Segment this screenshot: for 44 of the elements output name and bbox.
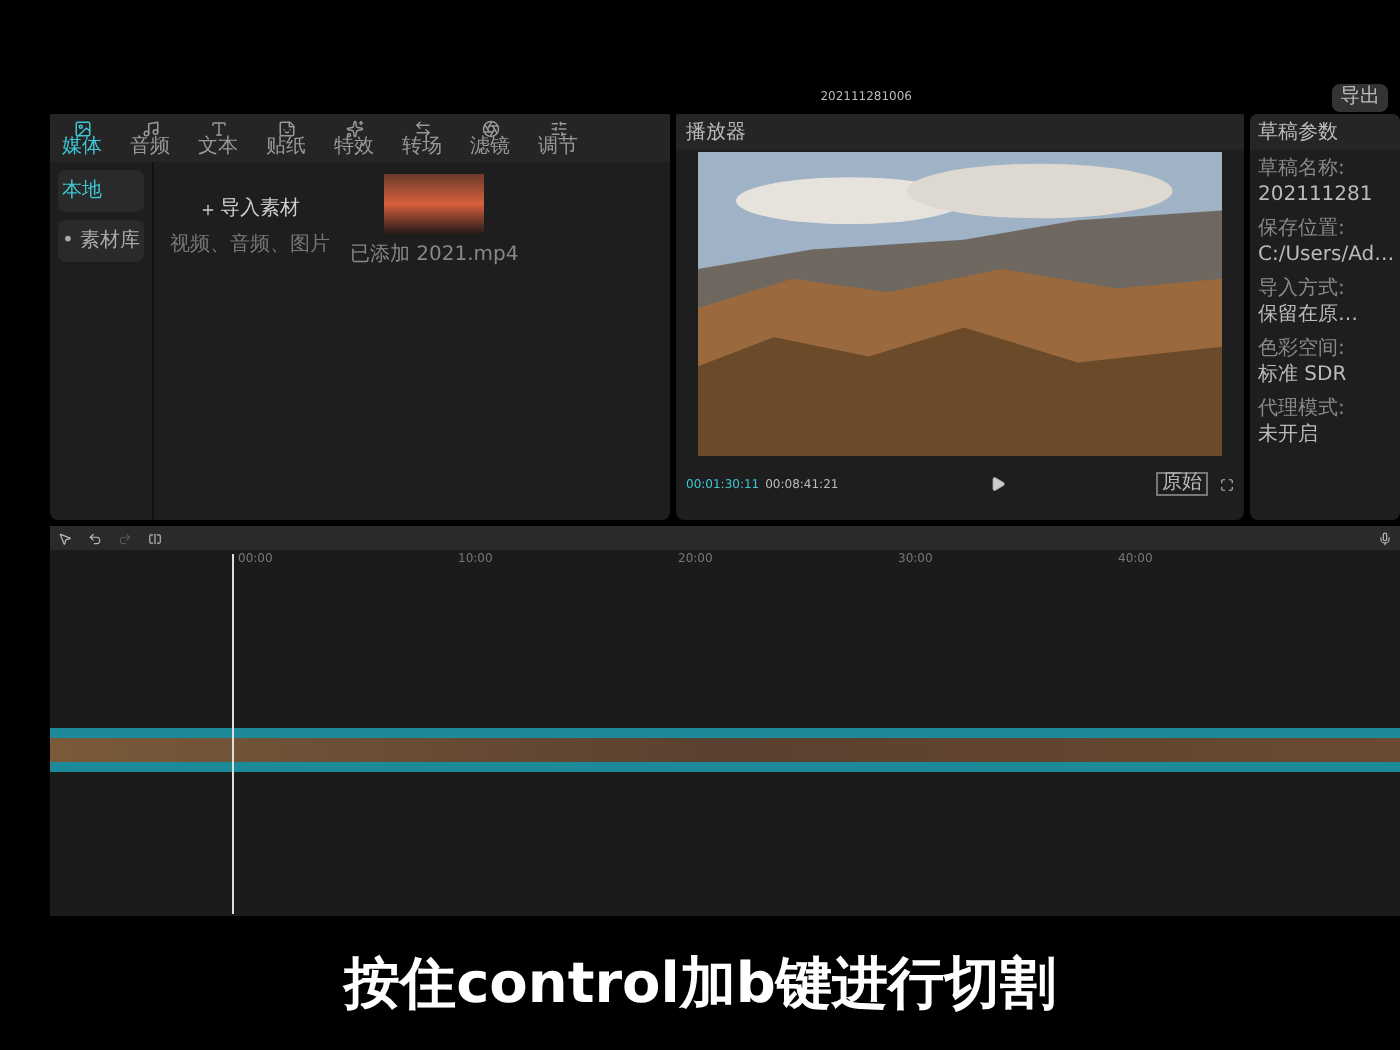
fullscreen-icon[interactable] bbox=[1220, 477, 1234, 491]
media-tab[interactable]: 媒体 bbox=[62, 119, 102, 157]
split-icon[interactable] bbox=[148, 531, 162, 545]
media-caption: 已添加 2021.mp4 bbox=[350, 241, 519, 270]
media-tab[interactable]: 文本 bbox=[198, 119, 238, 157]
aperture-icon bbox=[481, 119, 499, 137]
sticker-icon bbox=[277, 119, 295, 137]
import-hint: 视频、音频、图片 bbox=[170, 231, 330, 260]
music-note-icon bbox=[141, 119, 159, 137]
microphone-icon[interactable] bbox=[1378, 531, 1392, 545]
arrows-icon bbox=[413, 119, 431, 137]
undo-icon[interactable] bbox=[88, 531, 102, 545]
video-thumbnail[interactable] bbox=[384, 174, 485, 234]
field-value: C:/Users/Ad… bbox=[1258, 243, 1392, 268]
export-button[interactable]: 导出 bbox=[1332, 83, 1388, 111]
field-label: 保存位置: bbox=[1258, 218, 1347, 243]
pointer-icon[interactable] bbox=[58, 531, 72, 545]
field-label: 导入方式: bbox=[1258, 278, 1347, 303]
media-tab[interactable]: 调节 bbox=[538, 119, 578, 157]
media-tab[interactable]: 特效 bbox=[334, 119, 374, 157]
field-value: 保留在原… bbox=[1258, 303, 1360, 328]
field-label: 色彩空间: bbox=[1258, 338, 1347, 363]
media-tab[interactable]: 滤镜 bbox=[470, 119, 510, 157]
field-label: 草稿名称: bbox=[1258, 158, 1347, 183]
sliders-icon bbox=[549, 119, 567, 137]
player-title: 播放器 bbox=[686, 119, 746, 147]
play-icon[interactable] bbox=[989, 476, 1006, 492]
plus-icon bbox=[200, 201, 216, 217]
field-value: 标准 SDR bbox=[1258, 363, 1349, 388]
ratio-button[interactable]: 原始 bbox=[1156, 472, 1208, 496]
import-button[interactable]: 导入素材 bbox=[200, 194, 300, 224]
sparkles-icon bbox=[345, 119, 363, 137]
sidebar-item[interactable]: 本地 bbox=[58, 170, 144, 212]
media-tab[interactable]: 音频 bbox=[130, 119, 170, 157]
media-tab[interactable]: 转场 bbox=[402, 119, 442, 157]
sidebar-item[interactable]: • 素材库 bbox=[58, 220, 144, 262]
field-value: 未开启 bbox=[1258, 423, 1320, 448]
field-value: 202111281 bbox=[1258, 183, 1375, 208]
subtitle: 按住control加b键进行切割 bbox=[344, 947, 1056, 1019]
media-tab[interactable]: 贴纸 bbox=[266, 119, 306, 157]
draft-title: 草稿参数 bbox=[1258, 119, 1338, 147]
field-label: 代理模式: bbox=[1258, 398, 1347, 423]
text-icon bbox=[209, 119, 227, 137]
image-icon bbox=[73, 119, 91, 137]
